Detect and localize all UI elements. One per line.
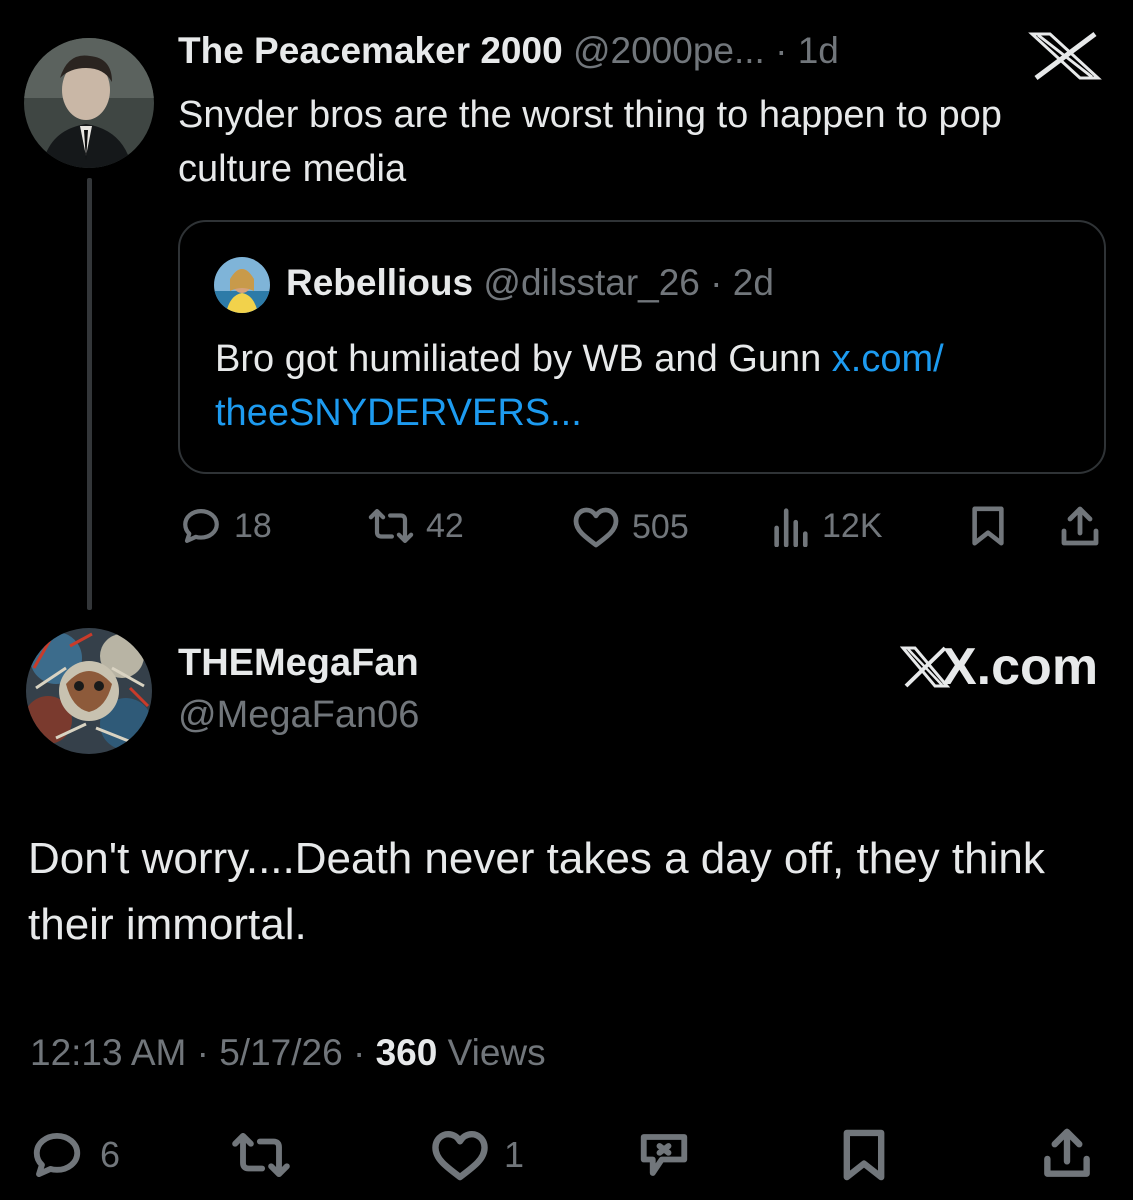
avatar-themegafan[interactable] [26,628,152,754]
reply-action[interactable]: 18 [180,505,272,547]
x-com-watermark: X.com [900,638,1098,696]
meta-separator: · [186,1032,220,1073]
views-count: 12K [822,506,883,545]
reply-views-count: 360 [375,1032,438,1073]
tweet-header: The Peacemaker 2000 @2000pe... · 1d [178,30,839,72]
reply-views-label: Views [437,1032,546,1073]
grok-button[interactable] [636,1128,692,1182]
quoted-tweet-header: Rebellious @dilsstar_26 · 2d [286,262,774,304]
reply-share-button[interactable] [1040,1126,1094,1182]
reply-like-action[interactable]: 1 [430,1128,524,1182]
avatar-peacemaker[interactable] [24,38,154,168]
quoted-tweet-body: Bro got humiliated by WB and Gunn [215,338,832,380]
tweet-time[interactable]: · 1d [775,30,839,71]
author-name[interactable]: The Peacemaker 2000 [178,30,563,71]
reply-author-handle[interactable]: @MegaFan06 [178,694,419,737]
reply-icon [33,1132,81,1178]
share-button[interactable] [1058,505,1102,549]
reply-repost-action[interactable] [230,1128,292,1182]
views-icon [774,508,808,547]
heart-icon [432,1130,488,1181]
repost-count: 42 [426,506,464,545]
bookmark-icon [843,1129,885,1181]
bookmark-icon [972,506,1004,546]
heart-icon [573,507,619,548]
bookmark-button[interactable] [968,505,1008,547]
reply-bookmark-button[interactable] [838,1128,890,1182]
x-com-watermark-text: X.com [942,638,1099,696]
quoted-author-name[interactable]: Rebellious [286,262,473,303]
like-count: 505 [632,507,689,546]
reply-text: Don't worry....Death never takes a day o… [28,834,1045,949]
quoted-tweet-text: Bro got humiliated by WB and Gunn x.com/… [215,332,1075,440]
reply-count: 18 [234,506,272,545]
reply-time[interactable]: 12:13 AM [30,1032,186,1073]
author-handle[interactable]: @2000pe... [573,30,765,71]
reply-author-name[interactable]: THEMegaFan [178,642,419,685]
views-action[interactable]: 12K [770,505,883,547]
reply-reply-count: 6 [100,1134,121,1175]
reply-like-count: 1 [504,1134,525,1175]
share-icon [1044,1128,1090,1177]
tweet-text: Snyder bros are the worst thing to happe… [178,94,1002,190]
quoted-tweet-time: · 2d [710,262,774,303]
share-icon [1061,506,1099,546]
reply-meta: 12:13 AM · 5/17/26 · 360 Views [30,1032,546,1074]
thread-connector-line [87,178,92,610]
repost-icon [232,1132,290,1178]
avatar-rebellious[interactable] [214,257,270,313]
x-logo-icon [1026,32,1104,80]
repost-action[interactable]: 42 [368,505,464,547]
grok-icon [640,1134,688,1176]
reply-icon [183,509,219,543]
like-action[interactable]: 505 [572,505,689,549]
quoted-author-handle[interactable]: @dilsstar_26 [483,262,700,303]
meta-separator: · [342,1032,376,1073]
repost-icon [368,509,414,543]
reply-reply-action[interactable]: 6 [28,1128,120,1182]
reply-date[interactable]: 5/17/26 [219,1032,342,1073]
